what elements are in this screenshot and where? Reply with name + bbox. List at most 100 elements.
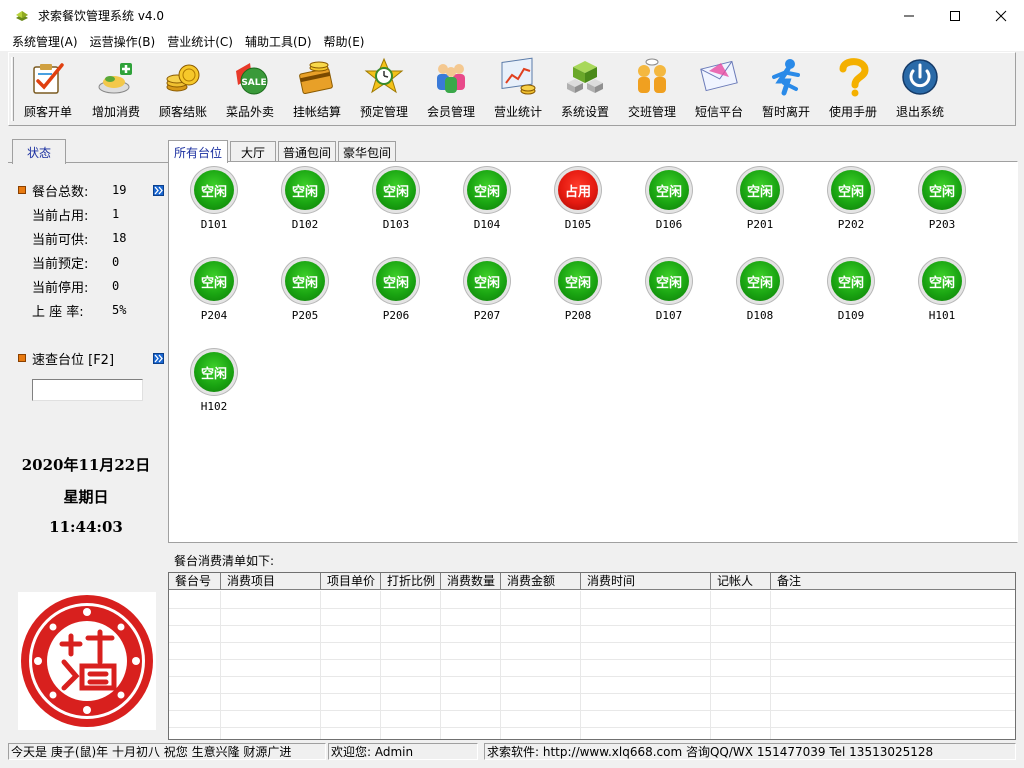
col-discount[interactable]: 打折比例: [381, 573, 441, 590]
table-status-badge: 空闲: [649, 170, 689, 210]
table-status-badge: 空闲: [922, 261, 962, 301]
table-p204[interactable]: 空闲 P204: [179, 261, 249, 331]
minimize-button[interactable]: [886, 0, 932, 31]
stat-label: 上 座 率:: [32, 304, 84, 320]
col-clerk[interactable]: 记帐人: [711, 573, 771, 590]
status-panel: 状态 餐台总数: 19 当前占用: 1 当前可供: 18 当前预定: 0 当前停…: [8, 136, 168, 740]
area-tab-strip: 所有台位 大厅 普通包间 豪华包间: [168, 140, 1018, 163]
table-status-badge: 空闲: [376, 261, 416, 301]
table-d103[interactable]: 空闲 D103: [361, 170, 431, 240]
close-button[interactable]: [978, 0, 1024, 31]
table-d108[interactable]: 空闲 D108: [725, 261, 795, 331]
reservation-button[interactable]: 预定管理: [351, 55, 417, 123]
consumption-grid[interactable]: 餐台号 消费项目 项目单价 打折比例 消费数量 消费金额 消费时间 记帐人 备注: [168, 572, 1016, 740]
toolbar-grip[interactable]: [11, 57, 14, 121]
table-p203[interactable]: 空闲 P203: [907, 170, 977, 240]
table-d101[interactable]: 空闲 D101: [179, 170, 249, 240]
table-p202[interactable]: 空闲 P202: [816, 170, 886, 240]
shift-label: 交班管理: [627, 105, 676, 119]
col-quantity[interactable]: 消费数量: [441, 573, 501, 590]
grid-col-line: [770, 591, 771, 739]
grid-row-line: [169, 659, 1015, 660]
credit-settlement-button[interactable]: 挂帐结算: [284, 55, 350, 123]
maximize-button[interactable]: [932, 0, 978, 31]
away-button[interactable]: 暂时离开: [753, 55, 819, 123]
shift-button[interactable]: 交班管理: [619, 55, 685, 123]
bullet-icon: [18, 186, 26, 194]
grid-col-line: [580, 591, 581, 739]
maximize-icon: [950, 10, 960, 21]
add-consumption-button[interactable]: 增加消费: [83, 55, 149, 123]
member-button[interactable]: 会员管理: [418, 55, 484, 123]
table-code: H101: [928, 309, 956, 322]
tab-hall[interactable]: 大厅: [230, 141, 276, 162]
window-title: 求索餐饮管理系统 v4.0: [38, 9, 165, 23]
col-table-no[interactable]: 餐台号: [169, 573, 221, 590]
table-p201[interactable]: 空闲 P201: [725, 170, 795, 240]
col-item[interactable]: 消费项目: [221, 573, 321, 590]
grid-row-line: [169, 625, 1015, 626]
table-code: D106: [655, 218, 683, 231]
tab-status[interactable]: 状态: [12, 139, 66, 164]
grid-row-line: [169, 710, 1015, 711]
table-p207[interactable]: 空闲 P207: [452, 261, 522, 331]
table-status-badge: 空闲: [922, 170, 962, 210]
table-code: D107: [655, 309, 683, 322]
minimize-icon: [904, 15, 914, 16]
tab-standard-room[interactable]: 普通包间: [278, 141, 336, 162]
current-date: 2020年11月22日: [21, 456, 151, 474]
stats-chart-icon: [501, 57, 536, 95]
open-order-button[interactable]: 顾客开单: [15, 55, 81, 123]
col-remark[interactable]: 备注: [771, 573, 1015, 590]
title-bar[interactable]: 求索餐饮管理系统 v4.0: [0, 0, 1024, 31]
table-status-badge: 空闲: [740, 261, 780, 301]
takeout-label: 菜品外卖: [225, 105, 274, 119]
table-d104[interactable]: 空闲 D104: [452, 170, 522, 240]
takeout-button[interactable]: SALE 菜品外卖: [217, 55, 283, 123]
exit-button[interactable]: 退出系统: [887, 55, 953, 123]
coins-icon: [166, 64, 200, 92]
stat-total-tables: 餐台总数: 19: [16, 178, 164, 202]
sms-button[interactable]: 短信平台: [686, 55, 752, 123]
table-d105[interactable]: 占用 D105: [543, 170, 613, 240]
clock-star-icon: [364, 57, 404, 94]
checkout-button[interactable]: 顾客结账: [150, 55, 216, 123]
table-d106[interactable]: 空闲 D106: [634, 170, 704, 240]
stat-label: 当前预定:: [32, 256, 89, 272]
table-h101[interactable]: 空闲 H101: [907, 261, 977, 331]
table-code: P205: [291, 309, 319, 322]
stats-expand-button[interactable]: [153, 184, 164, 196]
quick-search-expand-button[interactable]: [153, 352, 164, 364]
tab-all-tables[interactable]: 所有台位: [168, 140, 228, 163]
menu-help[interactable]: 帮助(E): [316, 33, 369, 50]
menu-system[interactable]: 系统管理(A): [0, 33, 82, 50]
table-d102[interactable]: 空闲 D102: [270, 170, 340, 240]
col-unit-price[interactable]: 项目单价: [321, 573, 381, 590]
col-amount[interactable]: 消费金额: [501, 573, 581, 590]
table-d109[interactable]: 空闲 D109: [816, 261, 886, 331]
menu-tools[interactable]: 辅助工具(D): [237, 33, 316, 50]
running-man-icon: [772, 59, 800, 96]
quick-search-label: 速查台位 [F2]: [32, 352, 115, 368]
table-d107[interactable]: 空闲 D107: [634, 261, 704, 331]
table-code: P206: [382, 309, 410, 322]
table-p206[interactable]: 空闲 P206: [361, 261, 431, 331]
tab-deluxe-room[interactable]: 豪华包间: [338, 141, 396, 162]
menu-statistics[interactable]: 营业统计(C): [159, 33, 237, 50]
table-status-badge: 空闲: [467, 170, 507, 210]
statistics-button[interactable]: 营业统计: [485, 55, 551, 123]
manual-button[interactable]: 使用手册: [820, 55, 886, 123]
table-status-badge: 空闲: [194, 261, 234, 301]
power-icon: [902, 59, 938, 95]
stat-value: 18: [112, 231, 127, 245]
settings-button[interactable]: 系统设置: [552, 55, 618, 123]
col-time[interactable]: 消费时间: [581, 573, 711, 590]
current-weekday: 星期日: [63, 488, 109, 506]
menu-operations[interactable]: 运营操作(B): [82, 33, 160, 50]
table-p205[interactable]: 空闲 P205: [270, 261, 340, 331]
table-h102[interactable]: 空闲 H102: [179, 352, 249, 422]
main-toolbar: 顾客开单 增加消费 顾客结账 SALE 菜品外卖 挂帐结算 预定管理 会员管理 …: [8, 52, 1016, 126]
table-stats: 餐台总数: 19 当前占用: 1 当前可供: 18 当前预定: 0 当前停用: …: [16, 178, 164, 322]
table-p208[interactable]: 空闲 P208: [543, 261, 613, 331]
quick-search-input[interactable]: [32, 379, 143, 401]
